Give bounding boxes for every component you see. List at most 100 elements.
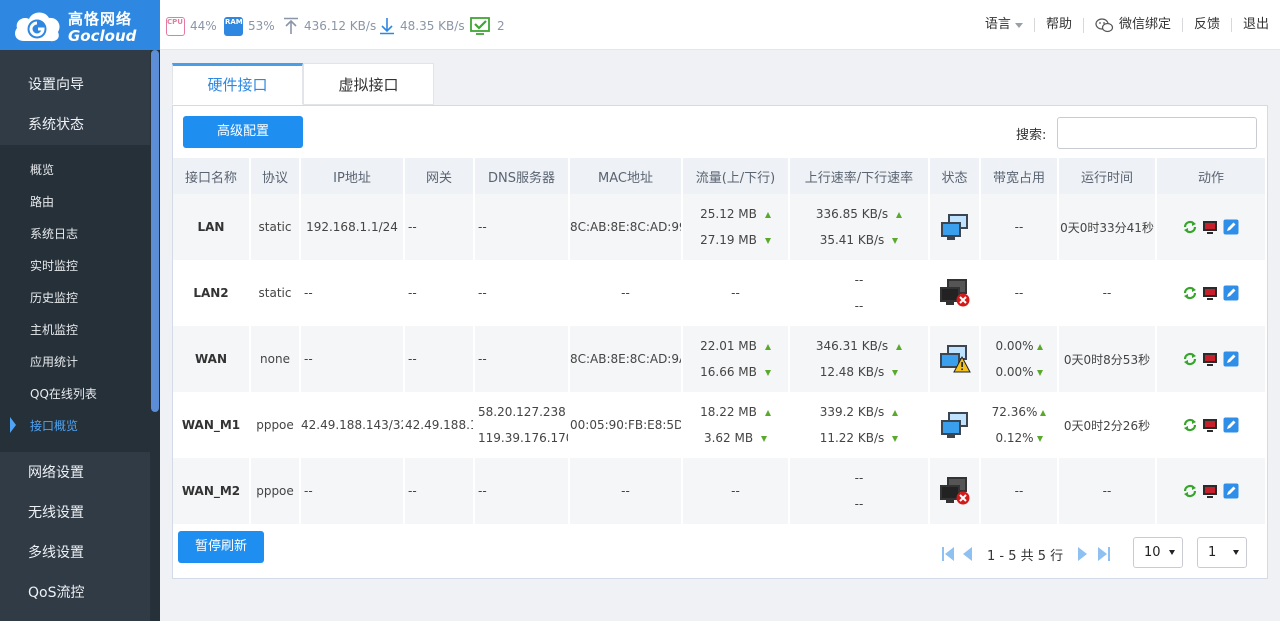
submenu-interface-overview[interactable]: 接口概览	[0, 410, 150, 442]
table-row[interactable]: LAN2 static -- -- -- -- -- -- -- -- --	[173, 260, 1267, 326]
col-header-mac[interactable]: MAC地址	[570, 158, 683, 194]
cell-interface-name: WAN	[173, 326, 251, 392]
advanced-config-button[interactable]: 高级配置	[183, 116, 303, 148]
monitor-icon[interactable]	[1202, 352, 1218, 366]
page-number-select[interactable]: 1	[1197, 537, 1247, 568]
col-header-traffic[interactable]: 流量(上/下行)	[683, 158, 790, 194]
refresh-icon[interactable]	[1183, 352, 1197, 366]
refresh-icon[interactable]	[1183, 418, 1197, 432]
dns-primary: --	[478, 286, 487, 300]
bandwidth-down: 0.00%	[995, 365, 1034, 379]
submenu-app-stats[interactable]: 应用统计	[0, 346, 150, 378]
col-header-dns[interactable]: DNS服务器	[475, 158, 570, 194]
bandwidth-up: --	[1014, 286, 1024, 300]
search-input[interactable]	[1057, 117, 1257, 149]
pause-refresh-button[interactable]: 暂停刷新	[178, 531, 264, 563]
tab-virtual-interface[interactable]: 虚拟接口	[303, 63, 434, 105]
refresh-icon[interactable]	[1183, 220, 1197, 234]
col-header-status[interactable]: 状态	[930, 158, 981, 194]
menu-qos[interactable]: QoS流控	[0, 573, 150, 613]
edit-icon[interactable]	[1223, 417, 1239, 433]
cell-traffic: 25.12 MB 27.19 MB	[683, 194, 790, 260]
arrow-down-icon	[1036, 369, 1043, 376]
cell-protocol: static	[251, 260, 301, 326]
wechat-bind-link[interactable]: 微信绑定	[1082, 17, 1182, 33]
top-bar: 高恪网络 Gocloud CPU 44% RAM 53% 436.12 KB/s…	[0, 0, 1280, 50]
ram-usage: RAM 53%	[224, 15, 275, 37]
arrow-up-icon	[896, 343, 903, 350]
cell-rate: 336.85 KB/s 35.41 KB/s	[790, 194, 930, 260]
cell-protocol: pppoe	[251, 458, 301, 524]
sidebar-scrollbar[interactable]	[151, 50, 159, 412]
feedback-link[interactable]: 反馈	[1181, 18, 1231, 32]
monitor-icon[interactable]	[1202, 484, 1218, 498]
arrow-down-icon	[1036, 435, 1043, 442]
monitor-icon[interactable]	[1202, 286, 1218, 300]
bandwidth-up: 0.00%	[995, 339, 1034, 353]
last-page-icon[interactable]	[1097, 546, 1111, 562]
cell-interface-name: WAN_M2	[173, 458, 251, 524]
rate-up: 339.2 KB/s	[819, 405, 885, 419]
row-actions	[1157, 351, 1265, 367]
traffic-up: 22.01 MB	[700, 339, 757, 353]
refresh-icon[interactable]	[1183, 286, 1197, 300]
help-link[interactable]: 帮助	[1033, 18, 1083, 32]
monitor-icon[interactable]	[1202, 418, 1218, 432]
menu-wireless-settings[interactable]: 无线设置	[0, 493, 150, 533]
cell-rate: -- --	[790, 260, 930, 326]
cell-protocol: none	[251, 326, 301, 392]
submenu-host-monitor[interactable]: 主机监控	[0, 314, 150, 346]
table-row[interactable]: LAN static 192.168.1.1/24 -- -- 8C:AB:8E:8C:A…	[173, 194, 1267, 260]
arrow-up-icon	[1040, 409, 1047, 416]
menu-network-settings[interactable]: 网络设置	[0, 453, 150, 493]
edit-icon[interactable]	[1223, 285, 1239, 301]
col-header-gateway[interactable]: 网关	[405, 158, 475, 194]
col-header-rate[interactable]: 上行速率/下行速率	[790, 158, 930, 194]
rate-up: --	[854, 471, 864, 485]
refresh-icon[interactable]	[1183, 484, 1197, 498]
col-header-bandwidth[interactable]: 带宽占用	[981, 158, 1059, 194]
rate-up: 336.85 KB/s	[815, 207, 889, 221]
col-header-protocol[interactable]: 协议	[251, 158, 301, 194]
page-size-select[interactable]: 10	[1133, 537, 1183, 568]
cpu-value: 44%	[190, 19, 217, 33]
cell-gateway: --	[405, 326, 475, 392]
language-menu[interactable]: 语言	[974, 18, 1034, 32]
logout-link[interactable]: 退出	[1230, 18, 1280, 32]
rate-down: 11.22 KB/s	[819, 431, 885, 445]
menu-system-status[interactable]: 系统状态	[0, 105, 150, 145]
submenu-system-log[interactable]: 系统日志	[0, 218, 150, 250]
col-header-ip[interactable]: IP地址	[301, 158, 405, 194]
brand-logo[interactable]: 高恪网络 Gocloud	[0, 0, 160, 50]
submenu-realtime-monitor[interactable]: 实时监控	[0, 250, 150, 282]
submenu-overview[interactable]: 概览	[0, 154, 150, 186]
upload-arrow-icon	[284, 17, 298, 34]
submenu-history-monitor[interactable]: 历史监控	[0, 282, 150, 314]
next-page-icon[interactable]	[1077, 546, 1089, 562]
table-row[interactable]: WAN_M2 pppoe -- -- -- -- -- -- -- -- --	[173, 458, 1267, 524]
cell-mac: 8C:AB:8E:8C:AD:9A	[570, 326, 683, 392]
arrow-down-icon	[892, 435, 899, 442]
submenu-qq-online[interactable]: QQ在线列表	[0, 378, 150, 410]
edit-icon[interactable]	[1223, 219, 1239, 235]
menu-setup-wizard[interactable]: 设置向导	[0, 65, 150, 105]
monitor-icon[interactable]	[1202, 220, 1218, 234]
edit-icon[interactable]	[1223, 483, 1239, 499]
col-header-uptime[interactable]: 运行时间	[1059, 158, 1157, 194]
interface-connected-icon	[940, 214, 968, 240]
cell-dns: --	[475, 326, 570, 392]
cell-status	[930, 392, 981, 458]
edit-icon[interactable]	[1223, 351, 1239, 367]
first-page-icon[interactable]	[941, 546, 955, 562]
table-row[interactable]: WAN none -- -- -- 8C:AB:8E:8C:AD:9A 22.01 MB 16…	[173, 326, 1267, 392]
cell-status	[930, 194, 981, 260]
cpu-icon: CPU	[166, 16, 185, 36]
menu-multiline-settings[interactable]: 多线设置	[0, 533, 150, 573]
tab-hardware-interface[interactable]: 硬件接口	[172, 63, 303, 105]
col-header-name[interactable]: 接口名称	[173, 158, 251, 194]
prev-page-icon[interactable]	[961, 546, 973, 562]
row-actions	[1157, 219, 1265, 235]
cell-gateway: --	[405, 458, 475, 524]
submenu-routing[interactable]: 路由	[0, 186, 150, 218]
table-row[interactable]: WAN_M1 pppoe 42.49.188.143/32 42.49.188.1 58…	[173, 392, 1267, 458]
